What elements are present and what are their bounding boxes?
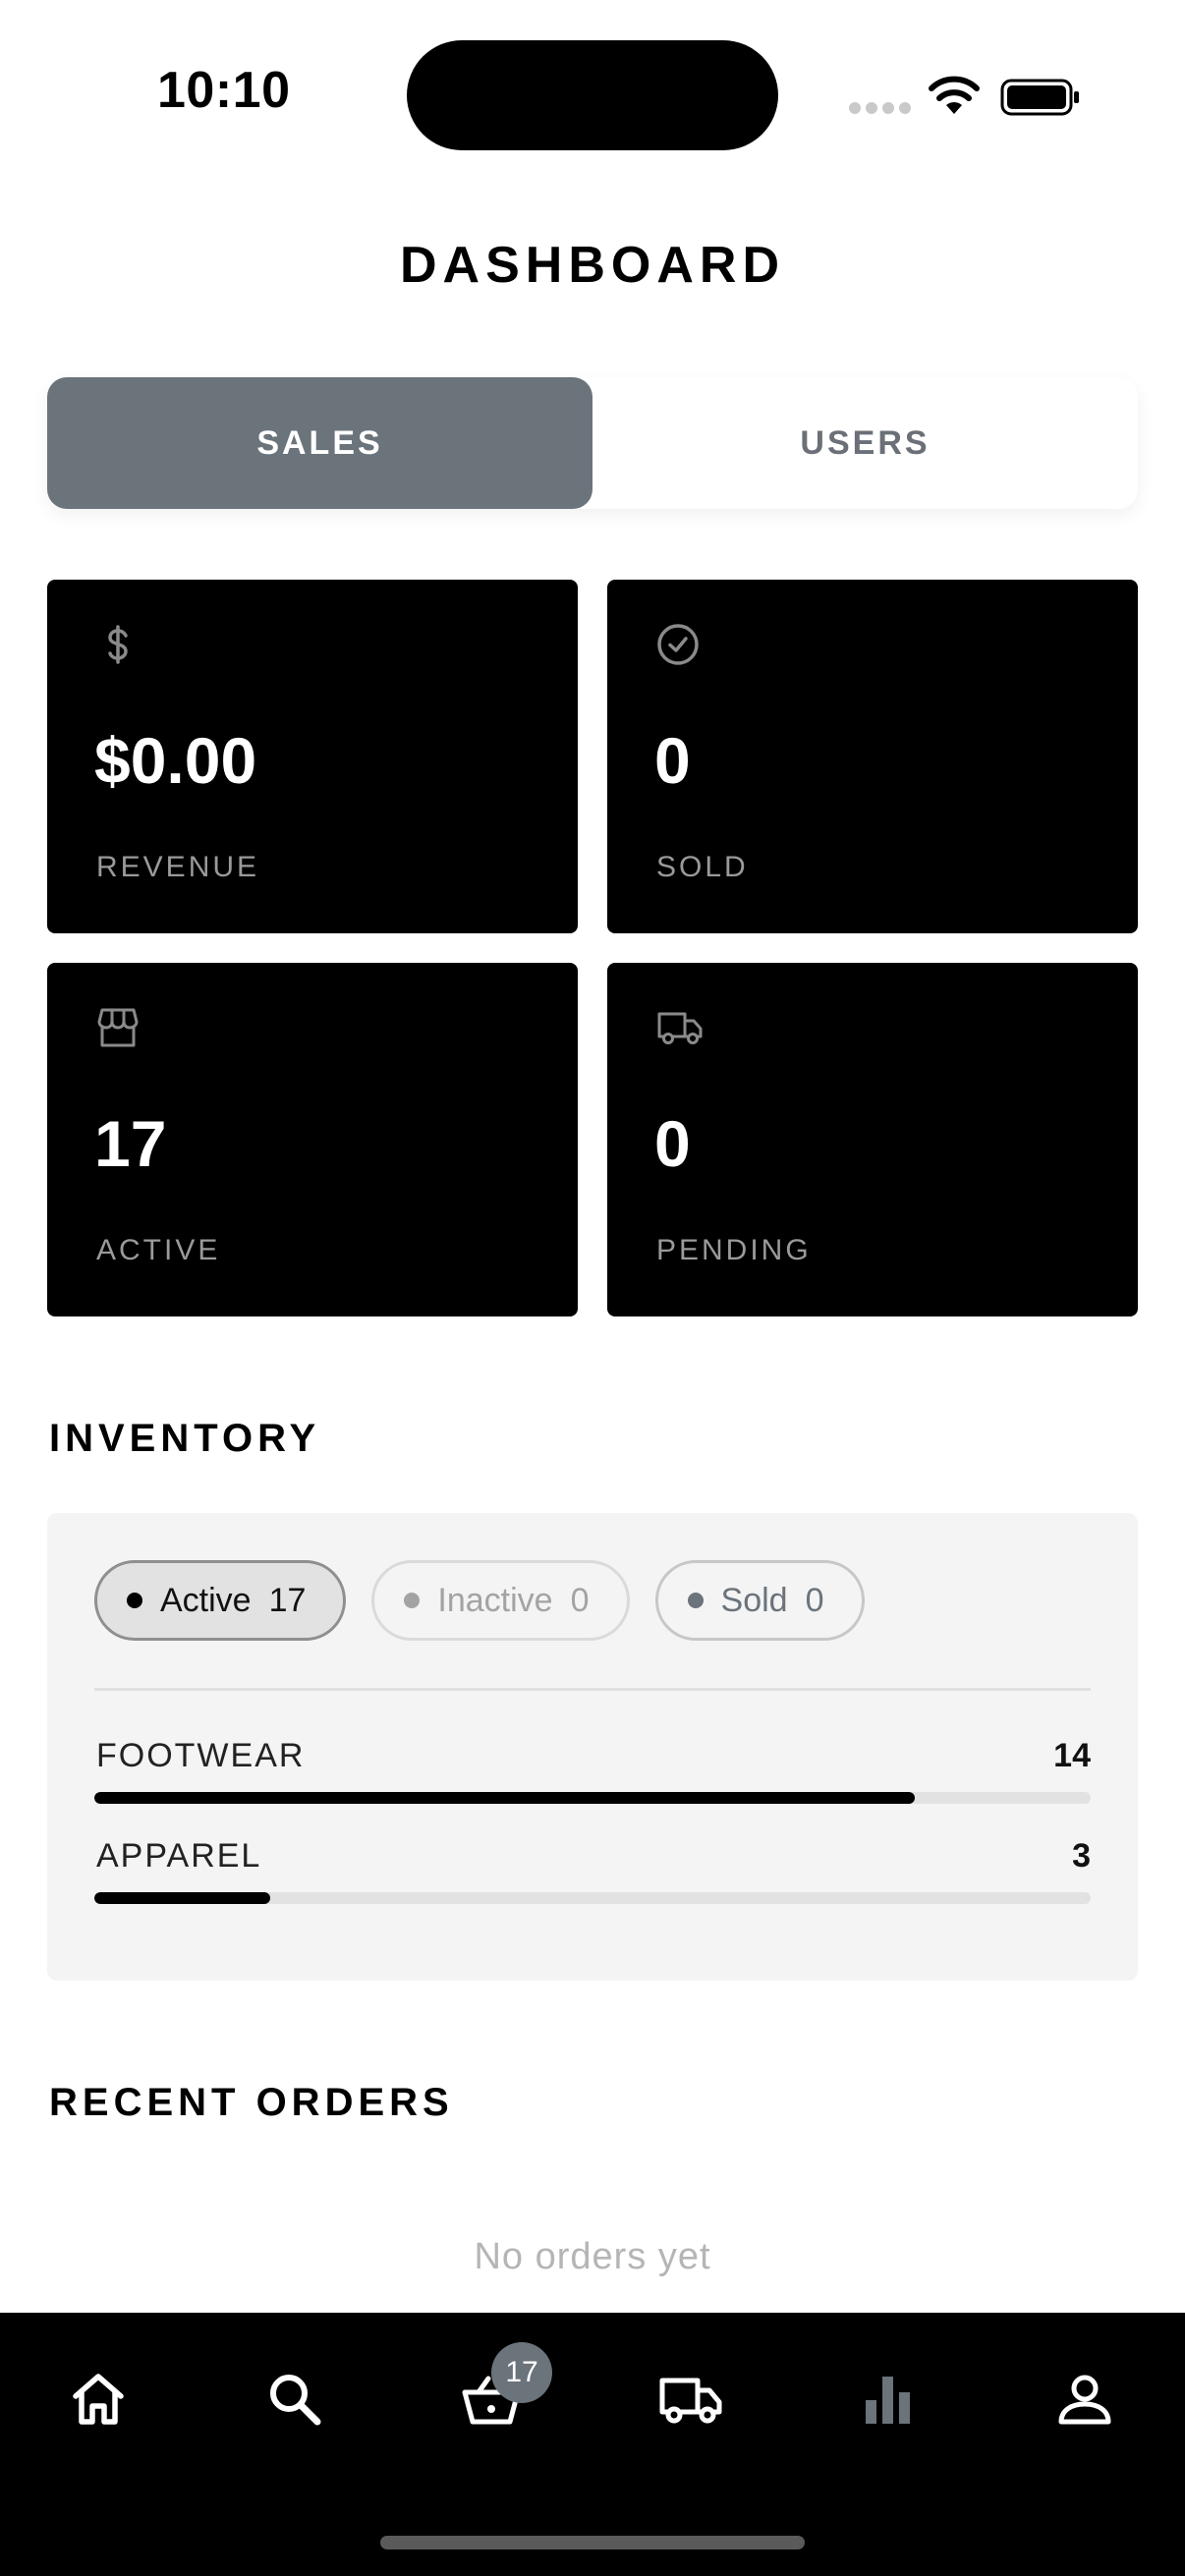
segmented-control: SALES USERS (47, 377, 1138, 509)
category-count: 3 (1072, 1837, 1091, 1875)
status-bar: 10:10 (0, 0, 1185, 187)
tab-users[interactable]: USERS (592, 377, 1138, 509)
category-name: FOOTWEAR (96, 1737, 306, 1774)
wifi-icon (929, 76, 980, 114)
filter-active-chip[interactable]: Active 17 (94, 1560, 347, 1641)
category-progress-fill (94, 1892, 270, 1904)
pending-label: PENDING (656, 1234, 812, 1266)
chip-count: 0 (570, 1581, 590, 1619)
home-indicator (380, 2536, 805, 2549)
check-circle-icon (657, 624, 699, 665)
category-name: APPAREL (96, 1837, 262, 1875)
category-progress-track (94, 1792, 1091, 1804)
stat-card-pending[interactable]: 0 PENDING (607, 963, 1138, 1316)
recent-orders-title: RECENT ORDERS (49, 2081, 454, 2124)
page-title: DASHBOARD (400, 237, 785, 294)
sold-label: SOLD (656, 851, 749, 883)
home-icon (73, 2374, 124, 2425)
status-dot (404, 1593, 421, 1608)
chip-label: Sold (720, 1581, 788, 1619)
cart-count-badge: 17 (491, 2342, 552, 2403)
search-icon (270, 2375, 321, 2426)
chip-label: Inactive (437, 1581, 553, 1619)
nav-orders[interactable] (651, 2360, 730, 2438)
stat-card-revenue[interactable]: $0.00 REVENUE (47, 580, 578, 933)
chip-count: 0 (805, 1581, 824, 1619)
category-progress-fill (94, 1792, 916, 1804)
tab-sales[interactable]: SALES (47, 377, 592, 509)
bar-chart-icon (866, 2377, 910, 2424)
status-dot (127, 1593, 142, 1608)
filter-sold-chip[interactable]: Sold 0 (654, 1560, 865, 1641)
stat-card-sold[interactable]: 0 SOLD (607, 580, 1138, 933)
pending-value: 0 (654, 1107, 691, 1180)
empty-state-text: No orders yet (474, 2236, 711, 2277)
stat-card-active[interactable]: 17 ACTIVE (47, 963, 578, 1316)
dynamic-island (407, 40, 778, 150)
inventory-title: INVENTORY (49, 1417, 321, 1460)
divider (94, 1688, 1091, 1691)
category-count: 14 (1053, 1737, 1091, 1774)
category-progress-track (94, 1892, 1091, 1904)
filter-inactive-chip[interactable]: Inactive 0 (371, 1560, 630, 1641)
revenue-value: $0.00 (94, 724, 257, 797)
nav-analytics[interactable] (849, 2360, 928, 2438)
inventory-filters: Active 17 Inactive 0 Sold 0 (94, 1560, 865, 1641)
inventory-panel: Active 17 Inactive 0 Sold 0 FOOTWEAR 14 … (47, 1513, 1138, 1981)
nav-home[interactable] (59, 2360, 138, 2438)
truck-icon (657, 1012, 703, 1044)
truck-icon (659, 2378, 722, 2424)
status-dot (687, 1593, 704, 1608)
nav-profile[interactable] (1045, 2360, 1124, 2438)
chip-count: 17 (268, 1581, 307, 1619)
active-value: 17 (94, 1107, 167, 1180)
dollar-icon (108, 625, 128, 664)
battery-icon (1000, 79, 1079, 116)
profile-icon (1058, 2375, 1111, 2425)
store-icon (97, 1008, 139, 1047)
cellular-signal-icon (849, 102, 911, 114)
nav-search[interactable] (255, 2360, 334, 2438)
chip-label: Active (160, 1581, 252, 1619)
active-label: ACTIVE (96, 1234, 221, 1266)
status-time: 10:10 (157, 62, 291, 119)
revenue-label: REVENUE (96, 851, 260, 883)
sold-value: 0 (654, 724, 691, 797)
